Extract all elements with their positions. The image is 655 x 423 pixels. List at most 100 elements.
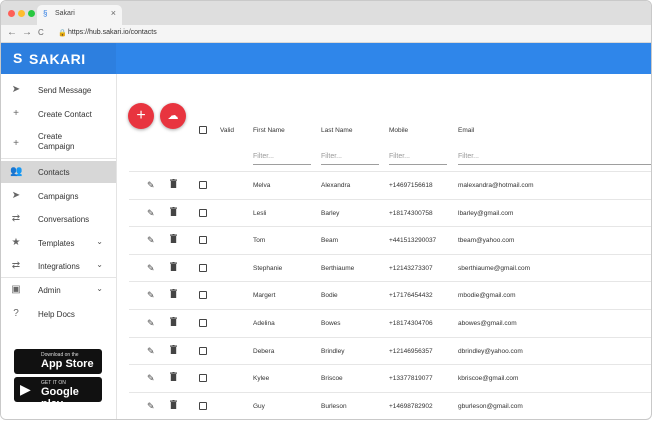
- trash-icon[interactable]: [170, 179, 177, 188]
- logo-area[interactable]: S SAKARI: [1, 43, 116, 74]
- tab-close-icon[interactable]: ×: [111, 8, 116, 18]
- sidebar-item-label: Admin: [38, 286, 61, 295]
- cell-email: malexandra@hotmail.com: [458, 182, 534, 189]
- window-close-button[interactable]: [8, 10, 15, 17]
- row-checkbox[interactable]: [199, 208, 207, 217]
- row-checkbox[interactable]: [199, 401, 207, 410]
- edit-icon[interactable]: ✎: [147, 208, 155, 219]
- cell-email: kbriscoe@gmail.com: [458, 375, 519, 383]
- trash-icon[interactable]: [170, 289, 177, 299]
- browser-tab[interactable]: § Sakari ×: [37, 5, 122, 25]
- filter-email[interactable]: Filter...: [458, 150, 651, 165]
- trash-icon[interactable]: [170, 206, 177, 216]
- header-email[interactable]: Email: [458, 127, 474, 134]
- cell-first-name: Tom: [253, 237, 266, 245]
- app-store-badge[interactable]: Download on the App Store: [14, 349, 102, 374]
- cell-email: tbeam@yahoo.com: [458, 237, 515, 245]
- address-bar: ← → C 🔒 https://hub.sakari.io/contacts: [1, 25, 651, 43]
- table-row[interactable]: ✎ Melva Alexandra +14697156618 malexandra@ho…: [129, 171, 651, 200]
- sidebar-item-integrations[interactable]: ⇄ Integrations ⌄: [1, 255, 116, 277]
- edit-icon[interactable]: ✎: [147, 346, 155, 357]
- row-checkbox[interactable]: [199, 181, 207, 189]
- row-checkbox[interactable]: [199, 319, 207, 327]
- browser-window: § Sakari × ← → C 🔒 https://hub.sakari.io…: [0, 0, 652, 420]
- app-header: S SAKARI: [1, 43, 651, 74]
- reload-button[interactable]: C: [38, 28, 44, 37]
- window-minimize-button[interactable]: [18, 10, 25, 17]
- edit-icon[interactable]: ✎: [147, 318, 155, 329]
- tab-title: Sakari: [55, 10, 75, 17]
- filter-last-name[interactable]: Filter...: [321, 150, 379, 165]
- logo-text: SAKARI: [29, 51, 86, 67]
- edit-icon[interactable]: ✎: [147, 180, 155, 191]
- window-zoom-button[interactable]: [28, 10, 35, 17]
- cell-email: mbodie@gmail.com: [458, 292, 516, 300]
- trash-icon[interactable]: [170, 399, 177, 409]
- row-checkbox[interactable]: [199, 374, 207, 383]
- lock-icon: 🔒: [58, 30, 67, 37]
- table-row[interactable]: ✎ Adelina Bowes +18174304706 abowes@gmail.co…: [129, 309, 651, 338]
- url-field[interactable]: https://hub.sakari.io/contacts: [68, 29, 157, 36]
- edit-icon[interactable]: ✎: [147, 290, 155, 301]
- cell-email: abowes@gmail.com: [458, 320, 517, 327]
- header-last-name[interactable]: Last Name: [321, 127, 352, 134]
- sidebar-item-help-docs[interactable]: ? Help Docs: [1, 303, 116, 325]
- trash-icon[interactable]: [170, 372, 177, 382]
- trash-icon[interactable]: [170, 234, 177, 244]
- store-badge-name: App Store: [41, 358, 94, 370]
- google-play-badge[interactable]: ▶ GET IT ON Google play: [14, 377, 102, 410]
- sidebar-item-conversations[interactable]: ⇄ Conversations: [1, 208, 116, 230]
- table-row[interactable]: ✎ Lesli Barley +18174300758 lbarley@gmail.co…: [129, 198, 651, 228]
- sidebar-item-label: Conversations: [38, 215, 90, 224]
- sidebar-item-templates[interactable]: ★ Templates ⌄: [1, 232, 116, 254]
- filter-first-name[interactable]: Filter...: [253, 150, 311, 165]
- cell-last-name: Bodie: [321, 292, 338, 300]
- sidebar-item-label: Integrations: [38, 262, 80, 271]
- trash-icon[interactable]: [170, 261, 177, 271]
- cell-first-name: Adelina: [253, 320, 275, 327]
- cell-first-name: Margert: [253, 292, 276, 300]
- table-row[interactable]: ✎ Guy Burleson +14698782902 gburleson@gmail.…: [129, 391, 651, 419]
- table-row[interactable]: ✎ Debera Brindley +12146956357 dbrindley@yah…: [129, 336, 651, 366]
- send-icon: ➤: [11, 190, 21, 201]
- row-checkbox[interactable]: [199, 236, 207, 245]
- table-row[interactable]: ✎ Tom Beam +441513290037 tbeam@yahoo.com: [129, 226, 651, 255]
- sidebar-item-campaigns[interactable]: ➤ Campaigns: [1, 185, 116, 207]
- table-row[interactable]: ✎ Kylee Briscoe +13377819077 kbriscoe@gmail.…: [129, 364, 651, 393]
- sidebar-divider: [1, 158, 116, 159]
- add-contact-button[interactable]: +: [128, 103, 154, 129]
- header-valid[interactable]: Valid: [220, 127, 234, 134]
- forward-button[interactable]: →: [22, 27, 32, 38]
- edit-icon[interactable]: ✎: [147, 235, 155, 246]
- sidebar-item-label: Create Contact: [38, 110, 92, 119]
- header-first-name[interactable]: First Name: [253, 127, 285, 134]
- select-all-checkbox[interactable]: [199, 126, 207, 134]
- table-row[interactable]: ✎ Margert Bodie +17176454432 mbodie@gmail.co…: [129, 281, 651, 310]
- filter-mobile[interactable]: Filter...: [389, 150, 447, 165]
- store-badge-name: Google play: [41, 386, 79, 410]
- cell-last-name: Bowes: [321, 320, 341, 327]
- row-checkbox[interactable]: [199, 263, 207, 272]
- cell-first-name: Melva: [253, 182, 271, 189]
- edit-icon[interactable]: ✎: [147, 373, 155, 384]
- upload-button[interactable]: ☁: [160, 103, 186, 129]
- cell-mobile: +13377819077: [389, 375, 433, 383]
- header-mobile[interactable]: Mobile: [389, 127, 408, 134]
- sidebar-item-send-message[interactable]: ➤ Send Message: [1, 79, 116, 101]
- cell-last-name: Berthiaume: [321, 264, 355, 272]
- table-row[interactable]: ✎ Stephanie Berthiaume +12143273307 sberthia…: [129, 253, 651, 283]
- sidebar-item-create-contact[interactable]: + Create Contact: [1, 103, 116, 125]
- plus-icon: +: [13, 138, 19, 149]
- sidebar-item-contacts[interactable]: 👥 Contacts: [1, 161, 116, 183]
- row-checkbox[interactable]: [199, 346, 207, 355]
- edit-icon[interactable]: ✎: [147, 401, 155, 412]
- sidebar-item-label: Contacts: [38, 168, 70, 177]
- trash-icon[interactable]: [170, 344, 177, 354]
- sidebar-item-create-campaign[interactable]: + Create Campaign: [1, 127, 116, 159]
- row-checkbox[interactable]: [199, 291, 207, 300]
- trash-icon[interactable]: [170, 317, 177, 326]
- edit-icon[interactable]: ✎: [147, 263, 155, 274]
- sidebar-item-admin[interactable]: ▣ Admin ⌄: [1, 279, 116, 301]
- cell-email: dbrindley@yahoo.com: [458, 347, 523, 355]
- back-button[interactable]: ←: [7, 27, 17, 38]
